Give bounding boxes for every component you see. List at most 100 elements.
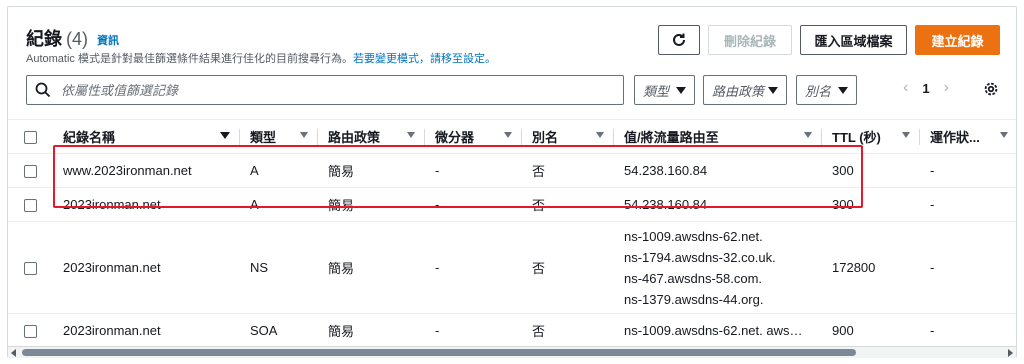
refresh-button[interactable] bbox=[658, 25, 700, 55]
column-label: TTL (秒) bbox=[832, 130, 881, 145]
column-header-health[interactable]: 運作狀... bbox=[920, 119, 1016, 154]
column-label: 微分器 bbox=[435, 130, 475, 145]
column-label: 路由政策 bbox=[328, 130, 381, 145]
alias-filter[interactable]: 別名 bbox=[796, 75, 857, 105]
value-line: ns-1009.awsdns-62.net. bbox=[624, 228, 763, 244]
column-label: 運作狀... bbox=[930, 130, 980, 145]
scroll-right-icon[interactable] bbox=[1008, 349, 1013, 357]
cell-differentiator: - bbox=[425, 187, 522, 222]
cell-ttl: 300 bbox=[822, 153, 920, 188]
column-header-differentiator[interactable]: 微分器 bbox=[425, 119, 522, 154]
row-select-cell bbox=[8, 153, 53, 188]
cell-health: - bbox=[920, 313, 1016, 348]
cell-value: ns-1009.awsdns-62.net. ns-1794.awsdns-32… bbox=[614, 221, 822, 314]
page-title: 紀錄 (4) bbox=[26, 25, 88, 51]
column-label: 別名 bbox=[532, 130, 559, 145]
create-record-button[interactable]: 建立紀錄 bbox=[915, 25, 1000, 55]
cell-ttl: 172800 bbox=[822, 221, 920, 314]
cell-type: NS bbox=[240, 221, 318, 314]
records-table: 紀錄名稱 類型 路由政策 微分器 別名 值/將流量路由至 TTL (秒) 運作狀… bbox=[8, 119, 1016, 348]
column-header-ttl[interactable]: TTL (秒) bbox=[822, 119, 920, 154]
cell-value: 54.238.160.84 bbox=[614, 153, 822, 188]
records-panel: 紀錄 (4) 資訊 Automatic 模式是針對最佳篩選條件結果進行佳化的目前搜… bbox=[7, 6, 1017, 358]
search-box[interactable] bbox=[26, 75, 624, 105]
column-header-routing[interactable]: 路由政策 bbox=[318, 119, 425, 154]
cell-routing: 簡易 bbox=[318, 153, 425, 188]
sort-icon bbox=[804, 132, 812, 138]
settings-link[interactable]: 若要變更模式，請移至設定。 bbox=[353, 53, 496, 65]
scroll-left-icon[interactable] bbox=[11, 349, 16, 357]
cell-alias: 否 bbox=[522, 313, 614, 348]
column-label: 類型 bbox=[250, 130, 277, 145]
cell-type: A bbox=[240, 187, 318, 222]
cell-name: 2023ironman.net bbox=[53, 221, 240, 314]
alias-filter-label: 別名 bbox=[805, 83, 832, 99]
sort-icon bbox=[504, 132, 512, 138]
delete-record-button[interactable]: 刪除紀錄 bbox=[708, 25, 792, 55]
title-text: 紀錄 bbox=[26, 29, 62, 49]
column-header-type[interactable]: 類型 bbox=[240, 119, 318, 154]
refresh-icon bbox=[673, 33, 685, 46]
search-icon bbox=[35, 82, 51, 98]
cell-differentiator: - bbox=[425, 153, 522, 188]
record-count: (4) bbox=[66, 29, 88, 49]
cell-routing: 簡易 bbox=[318, 313, 425, 348]
routing-policy-filter[interactable]: 路由政策 bbox=[703, 75, 787, 105]
scrollbar-thumb[interactable] bbox=[22, 349, 856, 356]
cell-ttl: 900 bbox=[822, 313, 920, 348]
cell-health: - bbox=[920, 153, 1016, 188]
value-line: ns-1379.awsdns-44.org. bbox=[624, 291, 764, 307]
cell-value: ns-1009.awsdns-62.net. aws… bbox=[614, 313, 822, 348]
cell-name: 2023ironman.net bbox=[53, 187, 240, 222]
caret-down-icon bbox=[676, 86, 686, 94]
table-header-row: 紀錄名稱 類型 路由政策 微分器 別名 值/將流量路由至 TTL (秒) 運作狀… bbox=[8, 119, 1016, 154]
gear-icon[interactable] bbox=[982, 80, 1000, 98]
column-header-value[interactable]: 值/將流量路由至 bbox=[614, 119, 822, 154]
import-zone-file-button[interactable]: 匯入區域檔案 bbox=[800, 25, 907, 55]
search-mode-description: Automatic 模式是針對最佳篩選條件結果進行佳化的目前搜尋行為。若要變更模… bbox=[26, 50, 496, 66]
row-select-cell bbox=[8, 187, 53, 222]
cell-routing: 簡易 bbox=[318, 221, 425, 314]
table-row[interactable]: 2023ironman.net NS 簡易 - 否 ns-1009.awsdns… bbox=[8, 221, 1016, 314]
table-row[interactable]: 2023ironman.net A 簡易 - 否 54.238.160.84 3… bbox=[8, 187, 1016, 222]
caret-down-icon bbox=[768, 86, 778, 94]
routing-filter-label: 路由政策 bbox=[712, 83, 765, 99]
row-checkbox[interactable] bbox=[24, 325, 37, 339]
current-page[interactable]: 1 bbox=[922, 81, 929, 96]
cell-health: - bbox=[920, 221, 1016, 314]
column-label: 紀錄名稱 bbox=[63, 130, 116, 145]
chevron-right-icon[interactable]: › bbox=[944, 79, 949, 97]
row-checkbox[interactable] bbox=[24, 165, 37, 179]
info-link[interactable]: 資訊 bbox=[97, 32, 119, 48]
row-checkbox[interactable] bbox=[24, 262, 37, 276]
type-filter-label: 類型 bbox=[643, 83, 670, 99]
sort-icon bbox=[300, 132, 308, 138]
cell-differentiator: - bbox=[425, 313, 522, 348]
column-header-name[interactable]: 紀錄名稱 bbox=[53, 119, 240, 154]
cell-differentiator: - bbox=[425, 221, 522, 314]
sort-descending-icon bbox=[220, 132, 230, 139]
row-select-cell bbox=[8, 313, 53, 348]
table-row[interactable]: 2023ironman.net SOA 簡易 - 否 ns-1009.awsdn… bbox=[8, 313, 1016, 348]
horizontal-scrollbar[interactable] bbox=[8, 346, 1016, 358]
cell-alias: 否 bbox=[522, 187, 614, 222]
cell-routing: 簡易 bbox=[318, 187, 425, 222]
type-filter[interactable]: 類型 bbox=[634, 75, 695, 105]
row-select-cell bbox=[8, 221, 53, 314]
cell-type: A bbox=[240, 153, 318, 188]
cell-name: www.2023ironman.net bbox=[53, 153, 240, 188]
caret-down-icon bbox=[838, 86, 848, 94]
select-all-checkbox[interactable] bbox=[24, 131, 37, 145]
table-row[interactable]: www.2023ironman.net A 簡易 - 否 54.238.160.… bbox=[8, 153, 1016, 188]
column-header-alias[interactable]: 別名 bbox=[522, 119, 614, 154]
search-input[interactable] bbox=[59, 81, 623, 99]
sort-icon bbox=[407, 132, 415, 138]
sort-icon bbox=[1000, 132, 1008, 138]
select-all-cell bbox=[8, 119, 53, 154]
row-checkbox[interactable] bbox=[24, 199, 37, 213]
value-line: ns-1794.awsdns-32.co.uk. bbox=[624, 249, 776, 265]
sort-icon bbox=[596, 132, 604, 138]
chevron-left-icon[interactable]: ‹ bbox=[903, 79, 908, 97]
cell-alias: 否 bbox=[522, 221, 614, 314]
description-text: Automatic 模式是針對最佳篩選條件結果進行佳化的目前搜尋行為。 bbox=[26, 53, 353, 65]
